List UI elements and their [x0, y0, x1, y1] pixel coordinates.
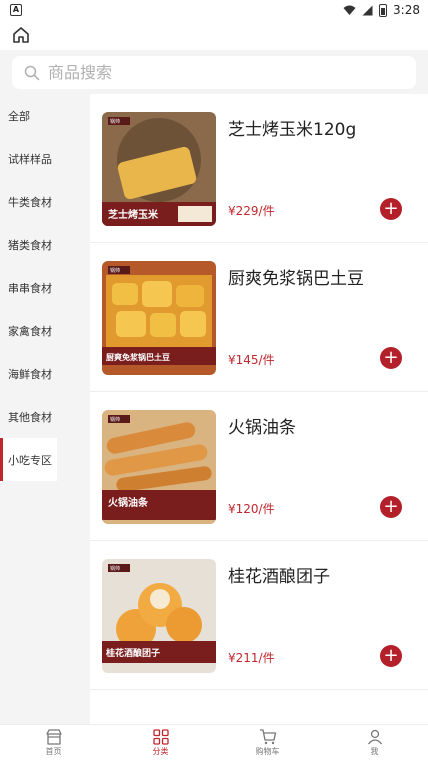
product-name: 火锅油条	[228, 418, 296, 438]
plus-icon: +	[383, 496, 399, 517]
home-icon[interactable]	[10, 24, 32, 46]
product-image-caption: 芝士烤玉米	[108, 208, 159, 221]
grid-icon	[152, 728, 169, 745]
product-image-caption: 厨爽免浆锅巴土豆	[106, 352, 170, 362]
tab-label: 购物车	[255, 746, 280, 756]
product-price: ¥120/件	[228, 502, 275, 516]
plus-icon: +	[383, 645, 399, 666]
sidebar-item-pork[interactable]: 猪类食材	[0, 223, 57, 266]
product-list: 锅帅 芝士烤玉米 芝士烤玉米120g ¥229/件 + 锅帅 厨爽免浆锅巴土豆	[90, 94, 428, 724]
sidebar-item-label: 猪类食材	[8, 238, 52, 252]
add-to-cart-button[interactable]: +	[380, 645, 402, 667]
product-name: 桂花酒酿团子	[228, 567, 330, 587]
store-icon	[45, 728, 62, 745]
plus-icon: +	[383, 347, 399, 368]
sidebar-item-label: 小吃专区	[8, 453, 52, 467]
product-name: 芝士烤玉米120g	[228, 120, 357, 140]
sidebar-item-samples[interactable]: 试样样品	[0, 137, 57, 180]
product-image-brand: 锅帅	[110, 416, 120, 423]
battery-icon	[379, 3, 388, 17]
sidebar-item-poultry[interactable]: 家禽食材	[0, 309, 57, 352]
product-image: 锅帅 桂花酒酿团子	[102, 559, 216, 673]
product-image-brand: 锅帅	[110, 267, 120, 274]
person-icon	[367, 729, 382, 744]
search-bar[interactable]	[12, 56, 416, 89]
product-price: ¥229/件	[228, 204, 275, 218]
tab-label: 首页	[45, 746, 62, 756]
wifi-icon	[343, 5, 356, 15]
bottom-tab-bar: 首页 分类 购物车 我	[0, 724, 428, 760]
product-image: 锅帅 芝士烤玉米	[102, 112, 216, 226]
search-input[interactable]	[48, 63, 388, 82]
sidebar-item-beef[interactable]: 牛类食材	[0, 180, 57, 223]
tab-cart[interactable]: 购物车	[214, 725, 321, 760]
sidebar-item-seafood[interactable]: 海鲜食材	[0, 352, 57, 395]
add-to-cart-button[interactable]: +	[380, 496, 402, 518]
product-image-brand: 锅帅	[110, 118, 120, 125]
product-image: 锅帅 厨爽免浆锅巴土豆	[102, 261, 216, 375]
product-card[interactable]: 锅帅 厨爽免浆锅巴土豆 厨爽免浆锅巴土豆 ¥145/件 +	[90, 243, 428, 392]
tab-home[interactable]: 首页	[0, 725, 107, 760]
sidebar-item-label: 串串食材	[8, 281, 52, 295]
product-image-caption: 火锅油条	[108, 496, 149, 509]
plus-icon: +	[383, 198, 399, 219]
notification-a-icon: A	[10, 4, 22, 16]
search-icon	[24, 65, 40, 80]
product-card[interactable]: 锅帅 芝士烤玉米 芝士烤玉米120g ¥229/件 +	[90, 94, 428, 243]
cart-icon	[259, 728, 276, 744]
tab-label: 我	[370, 746, 379, 756]
tab-label: 分类	[152, 746, 169, 756]
add-to-cart-button[interactable]: +	[380, 347, 402, 369]
sidebar-item-label: 家禽食材	[8, 324, 52, 338]
sidebar-item-label: 其他食材	[8, 410, 52, 424]
product-card[interactable]: 锅帅 桂花酒酿团子 桂花酒酿团子 ¥211/件 +	[90, 541, 428, 690]
category-sidebar: 全部 试样样品 牛类食材 猪类食材 串串食材 家禽食材 海鲜食材 其他食材 小吃…	[0, 94, 90, 724]
sidebar-item-all[interactable]: 全部	[0, 94, 57, 137]
tab-category[interactable]: 分类	[107, 725, 214, 760]
clock: 3:28	[393, 3, 420, 17]
top-bar	[0, 20, 428, 50]
sidebar-item-label: 试样样品	[8, 152, 52, 166]
add-to-cart-button[interactable]: +	[380, 198, 402, 220]
product-price: ¥145/件	[228, 353, 275, 367]
search-section	[0, 50, 428, 94]
product-image: 锅帅 火锅油条	[102, 410, 216, 524]
sidebar-item-label: 海鲜食材	[8, 367, 52, 381]
signal-icon	[362, 5, 373, 15]
product-card[interactable]: 锅帅 火锅油条 火锅油条 ¥120/件 +	[90, 392, 428, 541]
sidebar-item-other[interactable]: 其他食材	[0, 395, 57, 438]
product-image-caption: 桂花酒酿团子	[105, 647, 160, 659]
product-image-brand: 锅帅	[110, 565, 120, 572]
tab-me[interactable]: 我	[321, 725, 428, 760]
sidebar-item-snacks[interactable]: 小吃专区	[0, 438, 57, 481]
product-price: ¥211/件	[228, 651, 275, 665]
status-bar: A 3:28	[0, 0, 428, 20]
sidebar-item-label: 牛类食材	[8, 195, 52, 209]
product-name: 厨爽免浆锅巴土豆	[228, 269, 364, 289]
sidebar-item-label: 全部	[8, 109, 30, 123]
sidebar-item-skewers[interactable]: 串串食材	[0, 266, 57, 309]
